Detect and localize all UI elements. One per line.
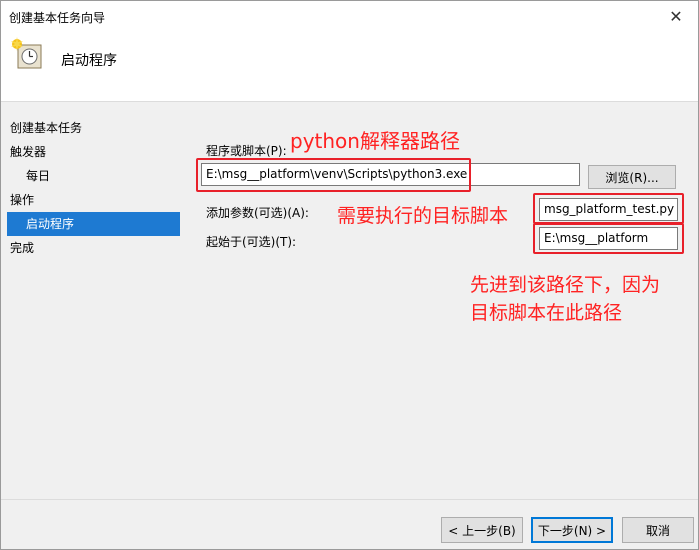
nav-item-create-basic-task[interactable]: 创建基本任务 [1,116,183,140]
cancel-button[interactable]: 取消 [622,517,694,543]
clock-task-icon [11,37,42,69]
browse-button[interactable]: 浏览(R)... [588,165,676,189]
next-button[interactable]: 下一步(N) > [531,517,613,543]
wizard-steps-nav: 创建基本任务 触发器 每日 操作 启动程序 完成 [1,116,183,260]
nav-item-action[interactable]: 操作 [1,188,183,212]
page-title: 启动程序 [61,53,117,69]
footer-separator [1,499,698,500]
window-title: 创建基本任务向导 [9,11,106,25]
args-label: 添加参数(可选)(A): [206,206,309,220]
annotation-note-line1: 先进到该路径下，因为 [470,274,661,296]
nav-item-trigger[interactable]: 触发器 [1,140,183,164]
start-in-label: 起始于(可选)(T): [206,235,297,249]
program-highlight-box [196,158,471,192]
nav-item-finish[interactable]: 完成 [1,236,183,260]
nav-item-start-program[interactable]: 启动程序 [7,212,180,236]
annotation-note-line2: 目标脚本在此路径 [470,302,623,324]
task-wizard-window: 创建基本任务向导 ✕ 启动程序 创建基本任务 触发器 每日 操作 启动程序 完成… [0,0,699,550]
start-in-highlight-box [533,223,684,254]
program-label: 程序或脚本(P): [206,144,287,158]
back-button[interactable]: < 上一步(B) [441,517,523,543]
nav-item-daily[interactable]: 每日 [1,164,183,188]
close-icon[interactable]: ✕ [654,1,698,32]
wizard-header: 启动程序 [1,32,698,102]
title-bar: 创建基本任务向导 ✕ [1,1,698,32]
annotation-python-path: python解释器路径 [290,129,460,153]
args-highlight-box [533,193,684,224]
annotation-target-script: 需要执行的目标脚本 [337,205,509,227]
